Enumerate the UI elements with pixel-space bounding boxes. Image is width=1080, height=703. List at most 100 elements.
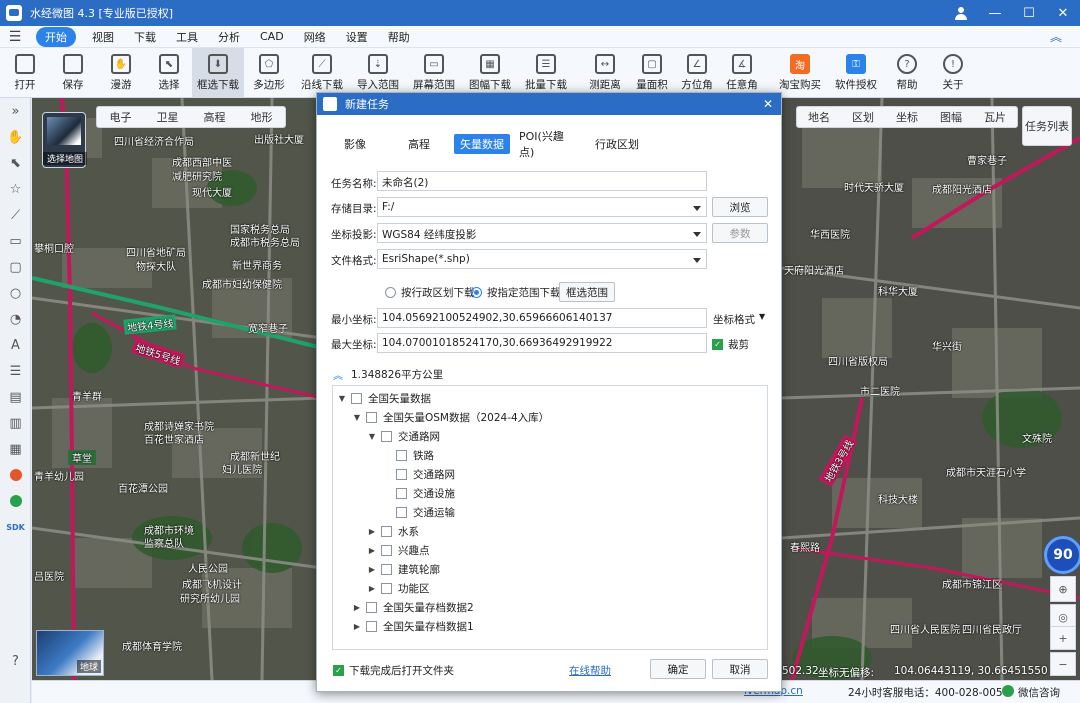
tree-node[interactable]: ▶ 建筑轮廓 — [367, 561, 440, 577]
layer-tool-3-icon[interactable]: ▥ — [0, 410, 31, 436]
tab-admin-division[interactable]: 行政区划 — [589, 134, 645, 154]
toolbar-sheet-download[interactable]: ▦ 图幅下载 — [462, 48, 518, 98]
expand-arrow-icon[interactable]: ▶ — [367, 565, 377, 574]
help-circle-icon[interactable]: ? — [0, 648, 31, 674]
radio-range-download[interactable]: 按指定范围下载 — [471, 285, 561, 300]
task-list-button[interactable]: 任务列表 — [1022, 106, 1072, 146]
compass-icon[interactable]: ⊕ — [1050, 576, 1076, 602]
dialog-close-icon[interactable]: ✕ — [763, 97, 773, 111]
tree-checkbox[interactable] — [366, 411, 377, 423]
toolbar-polygon[interactable]: ⬠ 多边形 — [244, 48, 294, 98]
clip-checkbox[interactable]: ✓ 裁剪 — [712, 337, 749, 352]
tree-node[interactable]: 交通路网 — [382, 466, 455, 482]
tab-vector-data[interactable]: 矢量数据 — [454, 134, 510, 154]
sdk-icon[interactable]: SDK — [0, 514, 31, 540]
tree-node[interactable]: 交通设施 — [382, 485, 455, 501]
max-coord-input[interactable]: 104.07001018524170,30.66936492919922 — [377, 333, 707, 353]
toolbar-measure-distance[interactable]: ↔ 测距离 — [580, 48, 630, 98]
tab-imagery[interactable]: 影像 — [335, 134, 375, 154]
plugin-1-icon[interactable] — [0, 462, 31, 488]
radio-admin-download[interactable]: 按行政区划下载 — [385, 285, 475, 300]
tab-poi[interactable]: POI(兴趣点) — [519, 130, 577, 159]
coord-format-dropdown[interactable]: 坐标格式 — [713, 312, 755, 327]
toolbar-open[interactable]: 打开 — [0, 48, 50, 98]
toolbar-measure-area[interactable]: ▢ 量面积 — [630, 48, 674, 98]
plugin-2-icon[interactable] — [0, 488, 31, 514]
close-button[interactable]: ✕ — [1046, 0, 1080, 26]
menu-view[interactable]: 视图 — [92, 29, 114, 45]
expand-arrow-icon[interactable]: ▶ — [367, 527, 377, 536]
online-help-link[interactable]: 在线帮助 — [569, 663, 611, 678]
map-type-terrain[interactable]: 地形 — [251, 109, 273, 125]
tree-checkbox[interactable] — [381, 563, 392, 575]
menu-help[interactable]: 帮助 — [388, 29, 410, 45]
tree-node[interactable]: ▶ 兴趣点 — [367, 542, 430, 558]
layer-tool-1-icon[interactable]: ☰ — [0, 358, 31, 384]
line-tool-icon[interactable]: ⟋ — [0, 202, 31, 228]
map-tab-placename[interactable]: 地名 — [808, 109, 830, 125]
hamburger-menu-icon[interactable]: ☰ — [0, 29, 30, 45]
tree-checkbox[interactable] — [396, 468, 407, 480]
map-type-satellite[interactable]: 卫星 — [157, 109, 179, 125]
toolbar-taobao[interactable]: 淘淘宝购买 — [772, 48, 828, 98]
select-tool-icon[interactable]: ⬉ — [0, 150, 31, 176]
toolbar-any-angle[interactable]: ∡ 任意角 — [720, 48, 764, 98]
text-tool-icon[interactable]: A — [0, 332, 31, 358]
expand-arrow-icon[interactable]: ▶ — [367, 584, 377, 593]
circle-tool-icon[interactable]: ○ — [0, 280, 31, 306]
min-coord-input[interactable]: 104.05692100524902,30.65966606140137 — [377, 308, 707, 328]
toolbar-import-range[interactable]: ⇣ 导入范围 — [350, 48, 406, 98]
tree-checkbox[interactable] — [381, 430, 392, 442]
map-tab-district[interactable]: 区划 — [852, 109, 874, 125]
sector-tool-icon[interactable]: ◔ — [0, 306, 31, 332]
toolbar-save[interactable]: 保存 — [50, 48, 96, 98]
user-icon[interactable] — [944, 0, 978, 26]
map-tab-tile[interactable]: 瓦片 — [984, 109, 1006, 125]
toolbar-azimuth[interactable]: ∠ 方位角 — [674, 48, 720, 98]
toolbar-about[interactable]: ! 关于 — [930, 48, 976, 98]
tree-checkbox[interactable] — [366, 601, 377, 613]
menu-download[interactable]: 下载 — [134, 29, 156, 45]
coord-format-chevron-icon[interactable]: ▼ — [759, 312, 765, 321]
toolbar-batch-download[interactable]: ☰ 批量下载 — [518, 48, 574, 98]
tab-elevation[interactable]: 高程 — [399, 134, 439, 154]
expand-arrow-icon[interactable]: ▼ — [352, 413, 362, 422]
tree-checkbox[interactable] — [396, 506, 407, 518]
chart-tool-icon[interactable]: ▭ — [0, 228, 31, 254]
toolbar-box-download[interactable]: ⬇ 框选下载 — [192, 48, 244, 98]
projection-select[interactable]: WGS84 经纬度投影 — [377, 223, 707, 243]
expand-panel-icon[interactable]: » — [0, 98, 31, 124]
ok-button[interactable]: 确定 — [650, 659, 706, 679]
zoom-out-icon[interactable]: − — [1050, 652, 1076, 676]
expand-arrow-icon[interactable]: ▼ — [337, 394, 347, 403]
menu-start[interactable]: 开始 — [36, 26, 76, 47]
map-type-electronic[interactable]: 电子 — [110, 109, 132, 125]
tree-checkbox[interactable] — [396, 487, 407, 499]
expand-arrow-icon[interactable]: ▶ — [352, 603, 362, 612]
toolbar-select[interactable]: ⬉ 选择 — [146, 48, 192, 98]
menu-cad[interactable]: CAD — [260, 30, 284, 43]
tree-node[interactable]: ▼ 全国矢量OSM数据（2024-4入库） — [352, 409, 549, 425]
tree-node[interactable]: ▶ 水系 — [367, 523, 419, 539]
tree-checkbox[interactable] — [381, 525, 392, 537]
overview-globe[interactable]: 地球 — [36, 630, 104, 676]
menu-network[interactable]: 网络 — [304, 29, 326, 45]
minimize-button[interactable]: — — [978, 0, 1012, 26]
zoom-in-icon[interactable]: + — [1050, 626, 1076, 650]
expand-arrow-icon[interactable]: ▶ — [352, 622, 362, 631]
tree-node[interactable]: ▶ 全国矢量存档数据2 — [352, 599, 474, 615]
collapse-ribbon-icon[interactable]: ︽ — [1050, 28, 1062, 45]
tree-node[interactable]: ▼ 全国矢量数据 — [337, 390, 431, 406]
menu-analysis[interactable]: 分析 — [218, 29, 240, 45]
expand-arrow-icon[interactable]: ▼ — [367, 432, 377, 441]
toolbar-pan[interactable]: ✋ 漫游 — [96, 48, 146, 98]
save-dir-select[interactable]: F:/ — [377, 197, 707, 217]
map-tab-coordinate[interactable]: 坐标 — [896, 109, 918, 125]
maximize-button[interactable]: ☐ — [1012, 0, 1046, 26]
params-button[interactable]: 参数 — [712, 223, 768, 243]
toolbar-polyline-download[interactable]: ⟋ 沿线下载 — [294, 48, 350, 98]
tree-checkbox[interactable] — [366, 620, 377, 632]
task-name-input[interactable]: 未命名(2) — [377, 171, 707, 191]
menu-settings[interactable]: 设置 — [346, 29, 368, 45]
point-tool-icon[interactable]: ☆ — [0, 176, 31, 202]
